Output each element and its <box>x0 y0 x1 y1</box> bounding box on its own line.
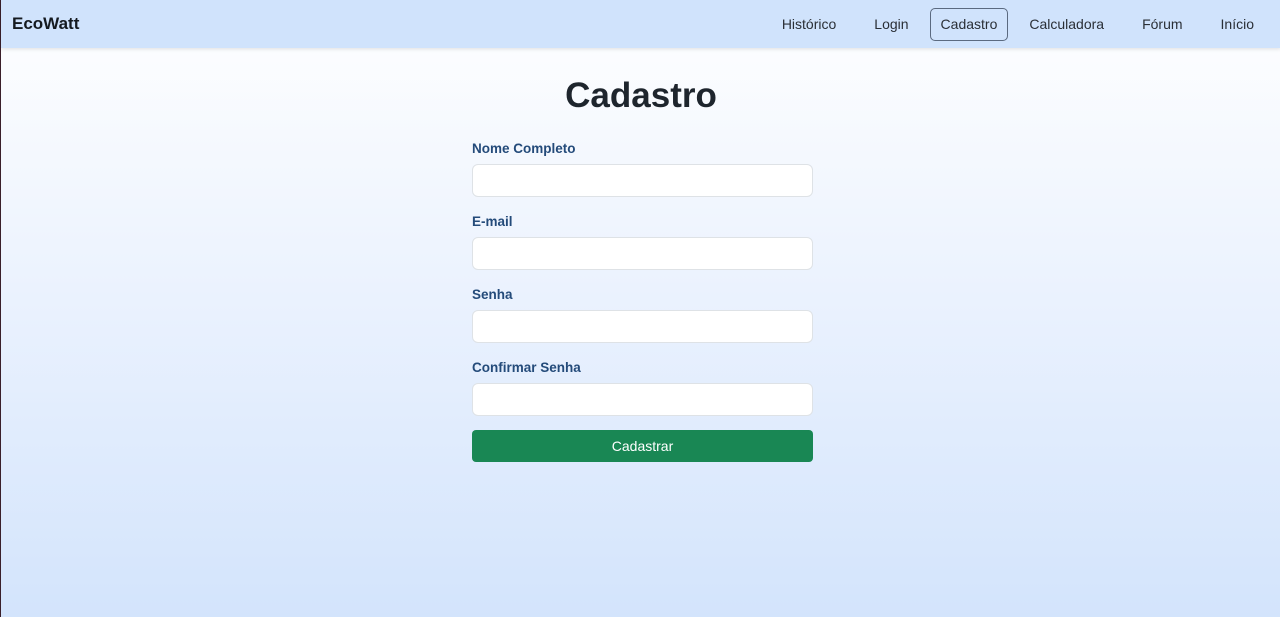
field-password: Senha <box>472 286 813 343</box>
nav-links: Histórico Login Cadastro Calculadora Fór… <box>761 8 1271 41</box>
submit-button[interactable]: Cadastrar <box>472 430 813 462</box>
field-confirm-password: Confirmar Senha <box>472 359 813 416</box>
confirm-password-input[interactable] <box>472 383 813 416</box>
password-input[interactable] <box>472 310 813 343</box>
field-full-name: Nome Completo <box>472 140 813 197</box>
navbar: EcoWatt Histórico Login Cadastro Calcula… <box>1 0 1280 48</box>
signup-form: Nome Completo E-mail Senha Confirmar Sen… <box>472 140 813 462</box>
password-label: Senha <box>472 287 513 302</box>
full-name-input[interactable] <box>472 164 813 197</box>
nav-link-inicio[interactable]: Início <box>1204 8 1271 41</box>
field-email: E-mail <box>472 213 813 270</box>
nav-link-cadastro[interactable]: Cadastro <box>929 8 1009 41</box>
brand-link[interactable]: EcoWatt <box>12 14 79 34</box>
confirm-password-label: Confirmar Senha <box>472 360 581 375</box>
page-title: Cadastro <box>565 76 717 115</box>
nav-link-historico[interactable]: Histórico <box>765 8 853 41</box>
nav-link-forum[interactable]: Fórum <box>1125 8 1199 41</box>
nav-link-login[interactable]: Login <box>857 8 925 41</box>
email-input[interactable] <box>472 237 813 270</box>
full-name-label: Nome Completo <box>472 141 576 156</box>
nav-link-calculadora[interactable]: Calculadora <box>1012 8 1121 41</box>
email-label: E-mail <box>472 214 513 229</box>
